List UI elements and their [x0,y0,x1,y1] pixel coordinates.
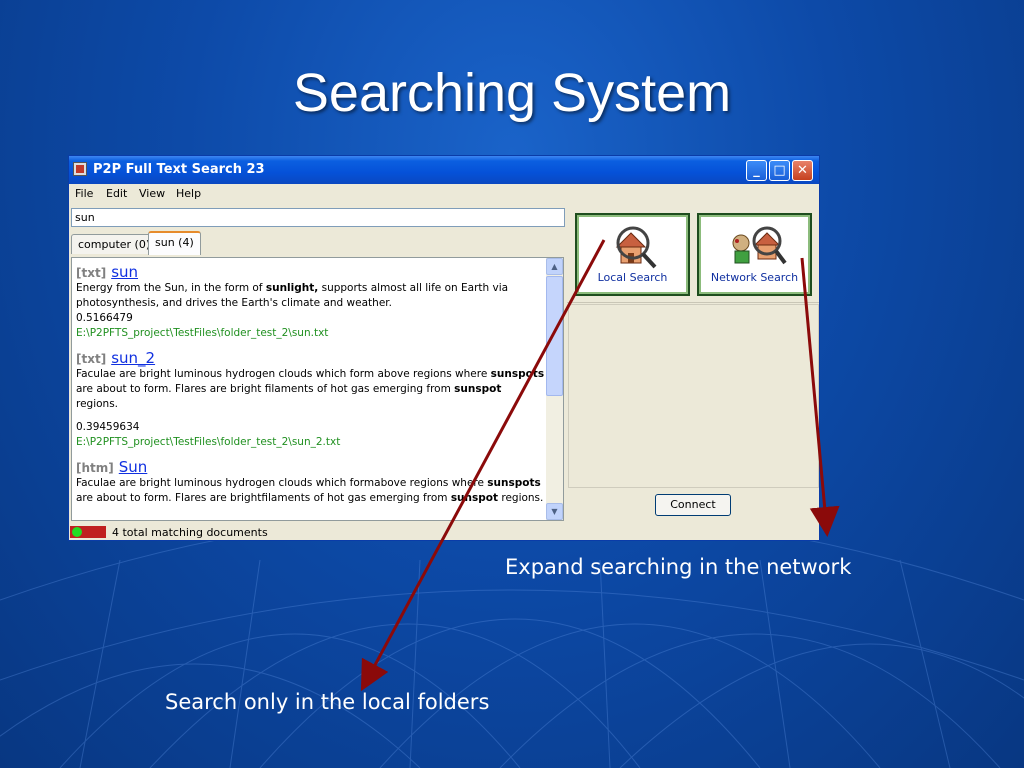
results-list: [txt] sun Energy from the Sun, in the form… [76,263,546,514]
menu-edit[interactable]: Edit [106,187,127,200]
tab-sun[interactable]: sun (4) [148,231,201,255]
result-type: [txt] [76,266,107,280]
status-dot-icon [72,527,82,537]
scroll-up-icon[interactable]: ▲ [546,258,563,275]
house-magnifier-icon [615,226,657,269]
snippet-text: are about to form. Flares are bright fil… [76,383,455,395]
result-header: [txt] sun [76,263,546,281]
maximize-button[interactable]: □ [769,160,790,181]
result-type: [txt] [76,352,107,366]
network-list [568,304,819,488]
result-snippet: Energy from the Sun, in the form of sunl… [76,281,546,311]
snippet-text: are about to form. Flares are brightfila… [76,492,451,504]
result-item: [htm] Sun Faculae are bright luminous hydr… [76,458,546,506]
result-score: 0.39459634 [76,421,140,433]
result-item: [txt] sun Energy from the Sun, in the form… [76,263,546,341]
search-actions-panel: Local Search Network Search Connect [567,206,819,522]
snippet-highlight: sunspot [450,492,499,504]
snippet-highlight: sunlight, [265,282,319,294]
result-title-link[interactable]: Sun [119,458,148,476]
result-snippet: Faculae are bright luminous hydrogen clo… [76,367,546,412]
connect-button[interactable]: Connect [655,494,731,516]
result-header: [txt] sun_2 [76,349,546,367]
slide-title: Searching System [292,63,732,123]
window-title: P2P Full Text Search 23 [93,162,265,177]
app-window: P2P Full Text Search 23 _ □ ✕ File Edit … [68,155,820,541]
snippet-highlight: sunspot [454,383,502,395]
scroll-thumb[interactable] [546,276,563,396]
result-title-link[interactable]: sun [111,263,138,281]
result-item: [txt] sun_2 Faculae are bright luminous hy… [76,349,546,450]
network-search-button[interactable]: Network Search [697,213,812,296]
results-scrollbar[interactable]: ▲ ▼ [546,258,563,520]
panel-divider [567,302,819,303]
results-panel[interactable]: [txt] sun Energy from the Sun, in the form… [71,257,564,521]
connection-indicator [70,526,106,538]
title-bar[interactable]: P2P Full Text Search 23 _ □ ✕ [69,156,819,184]
result-header: [htm] Sun [76,458,546,476]
tab-computer[interactable]: computer (0) [71,234,158,254]
local-search-button[interactable]: Local Search [575,213,690,296]
scroll-down-icon[interactable]: ▼ [546,503,563,520]
menu-bar: File Edit View Help [69,184,819,204]
result-title-link[interactable]: sun_2 [111,349,155,367]
status-text: 4 total matching documents [112,526,268,539]
snippet-text: Faculae are bright luminous hydrogen clo… [76,368,491,380]
snippet-text: regions. [498,492,544,504]
network-annotation: Expand searching in the network [505,555,852,579]
menu-help[interactable]: Help [176,187,201,200]
result-type: [htm] [76,461,114,475]
snippet-text: Energy from the Sun, in the form of [76,282,266,294]
local-search-label: Local Search [597,271,668,284]
search-input[interactable]: sun [71,208,565,227]
minimize-button[interactable]: _ [746,160,767,181]
status-bar: 4 total matching documents [69,525,819,540]
app-icon [73,162,87,176]
snippet-text: regions. [76,398,119,410]
menu-file[interactable]: File [75,187,93,200]
close-button[interactable]: ✕ [792,160,813,181]
result-snippet: Faculae are bright luminous hydrogen clo… [76,476,546,506]
result-score: 0.5166479 [76,312,133,324]
snippet-text: Faculae are bright luminous hydrogen clo… [76,477,488,489]
local-annotation: Search only in the local folders [165,690,490,714]
snippet-highlight: sunspots [490,368,545,380]
network-magnifier-icon [732,226,787,265]
snippet-highlight: sunspots [487,477,541,489]
network-search-label: Network Search [710,271,799,284]
menu-view[interactable]: View [139,187,165,200]
result-path: E:\P2PFTS_project\TestFiles\folder_test_… [76,327,329,339]
result-path: E:\P2PFTS_project\TestFiles\folder_test_… [76,436,341,448]
